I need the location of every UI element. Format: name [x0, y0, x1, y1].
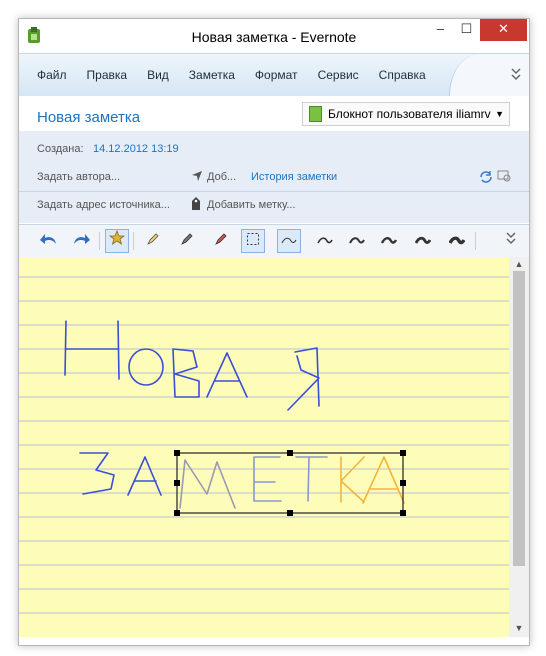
star-tool-icon[interactable]: [105, 229, 129, 253]
created-label: Создана:: [37, 143, 84, 155]
notebook-name: Блокнот пользователя iliamrv: [328, 107, 491, 121]
toolbar-more-icon[interactable]: [499, 229, 523, 253]
handwriting-zametka: [79, 452, 405, 509]
close-button[interactable]: ✕: [480, 19, 527, 41]
source-url-field[interactable]: Задать адрес источника...: [37, 199, 170, 211]
stroke-3-icon[interactable]: [345, 229, 369, 253]
stroke-thin-icon[interactable]: [277, 229, 301, 253]
tag-icon: [191, 197, 201, 214]
notebook-selector[interactable]: Блокнот пользователя iliamrv ▼: [302, 102, 510, 126]
toolbar-divider: [133, 232, 134, 250]
selection-box[interactable]: [174, 450, 406, 516]
toolbar-divider: [475, 232, 476, 250]
chevron-down-icon: ▼: [495, 109, 504, 119]
menu-help[interactable]: Справка: [369, 68, 436, 82]
sync-icon[interactable]: [479, 170, 493, 187]
author-row: Задать автора... Доб... История заметки: [19, 163, 529, 192]
pen-icon[interactable]: [175, 229, 199, 253]
menu-bar: Файл Правка Вид Заметка Формат Сервис Сп…: [19, 53, 529, 97]
evernote-window: Новая заметка - Evernote – ☐ ✕ Файл Прав…: [18, 18, 530, 646]
highlighter-icon[interactable]: [141, 229, 165, 253]
note-title[interactable]: Новая заметка: [37, 109, 140, 126]
menu-edit[interactable]: Правка: [77, 68, 138, 82]
title-bar[interactable]: Новая заметка - Evernote – ☐ ✕: [19, 19, 529, 53]
source-row: Задать адрес источника... Добавить метку…: [19, 191, 529, 219]
add-tag-field[interactable]: Добавить метку...: [207, 199, 296, 211]
stroke-6-icon[interactable]: [445, 229, 469, 253]
ruled-lines: [19, 276, 509, 614]
location-arrow-icon: [191, 170, 203, 185]
ink-toolbar: [19, 224, 529, 258]
marker-icon[interactable]: [209, 229, 233, 253]
minimize-button[interactable]: –: [428, 19, 453, 41]
location-field[interactable]: Доб...: [207, 171, 236, 183]
note-info-icon[interactable]: [497, 170, 511, 185]
menu-file[interactable]: Файл: [27, 68, 77, 82]
notebook-icon: [309, 106, 322, 122]
menu-overflow-icon[interactable]: [511, 66, 521, 85]
note-metadata: Создана: 14.12.2012 13:19 Задать автора.…: [19, 131, 529, 223]
stroke-2-icon[interactable]: [313, 229, 337, 253]
stroke-5-icon[interactable]: [411, 229, 435, 253]
menu-items: Файл Правка Вид Заметка Формат Сервис Сп…: [27, 54, 436, 96]
vertical-scrollbar[interactable]: ▲ ▼: [509, 257, 529, 637]
scroll-up-icon[interactable]: ▲: [509, 257, 529, 271]
author-field[interactable]: Задать автора...: [37, 171, 120, 183]
menu-note[interactable]: Заметка: [179, 68, 245, 82]
scroll-thumb[interactable]: [513, 271, 525, 566]
undo-icon[interactable]: [37, 229, 61, 253]
menu-view[interactable]: Вид: [137, 68, 179, 82]
menu-tools[interactable]: Сервис: [308, 68, 369, 82]
maximize-button[interactable]: ☐: [453, 19, 480, 41]
stroke-4-icon[interactable]: [377, 229, 401, 253]
scroll-down-icon[interactable]: ▼: [509, 621, 529, 635]
created-value[interactable]: 14.12.2012 13:19: [93, 143, 179, 155]
ink-drawing[interactable]: [19, 257, 509, 637]
ink-canvas[interactable]: [19, 257, 509, 637]
select-rect-icon[interactable]: [241, 229, 265, 253]
created-row: Создана: 14.12.2012 13:19: [19, 135, 529, 163]
note-history-link[interactable]: История заметки: [251, 171, 337, 183]
toolbar-divider: [99, 232, 100, 250]
redo-icon[interactable]: [69, 229, 93, 253]
menu-format[interactable]: Формат: [245, 68, 308, 82]
